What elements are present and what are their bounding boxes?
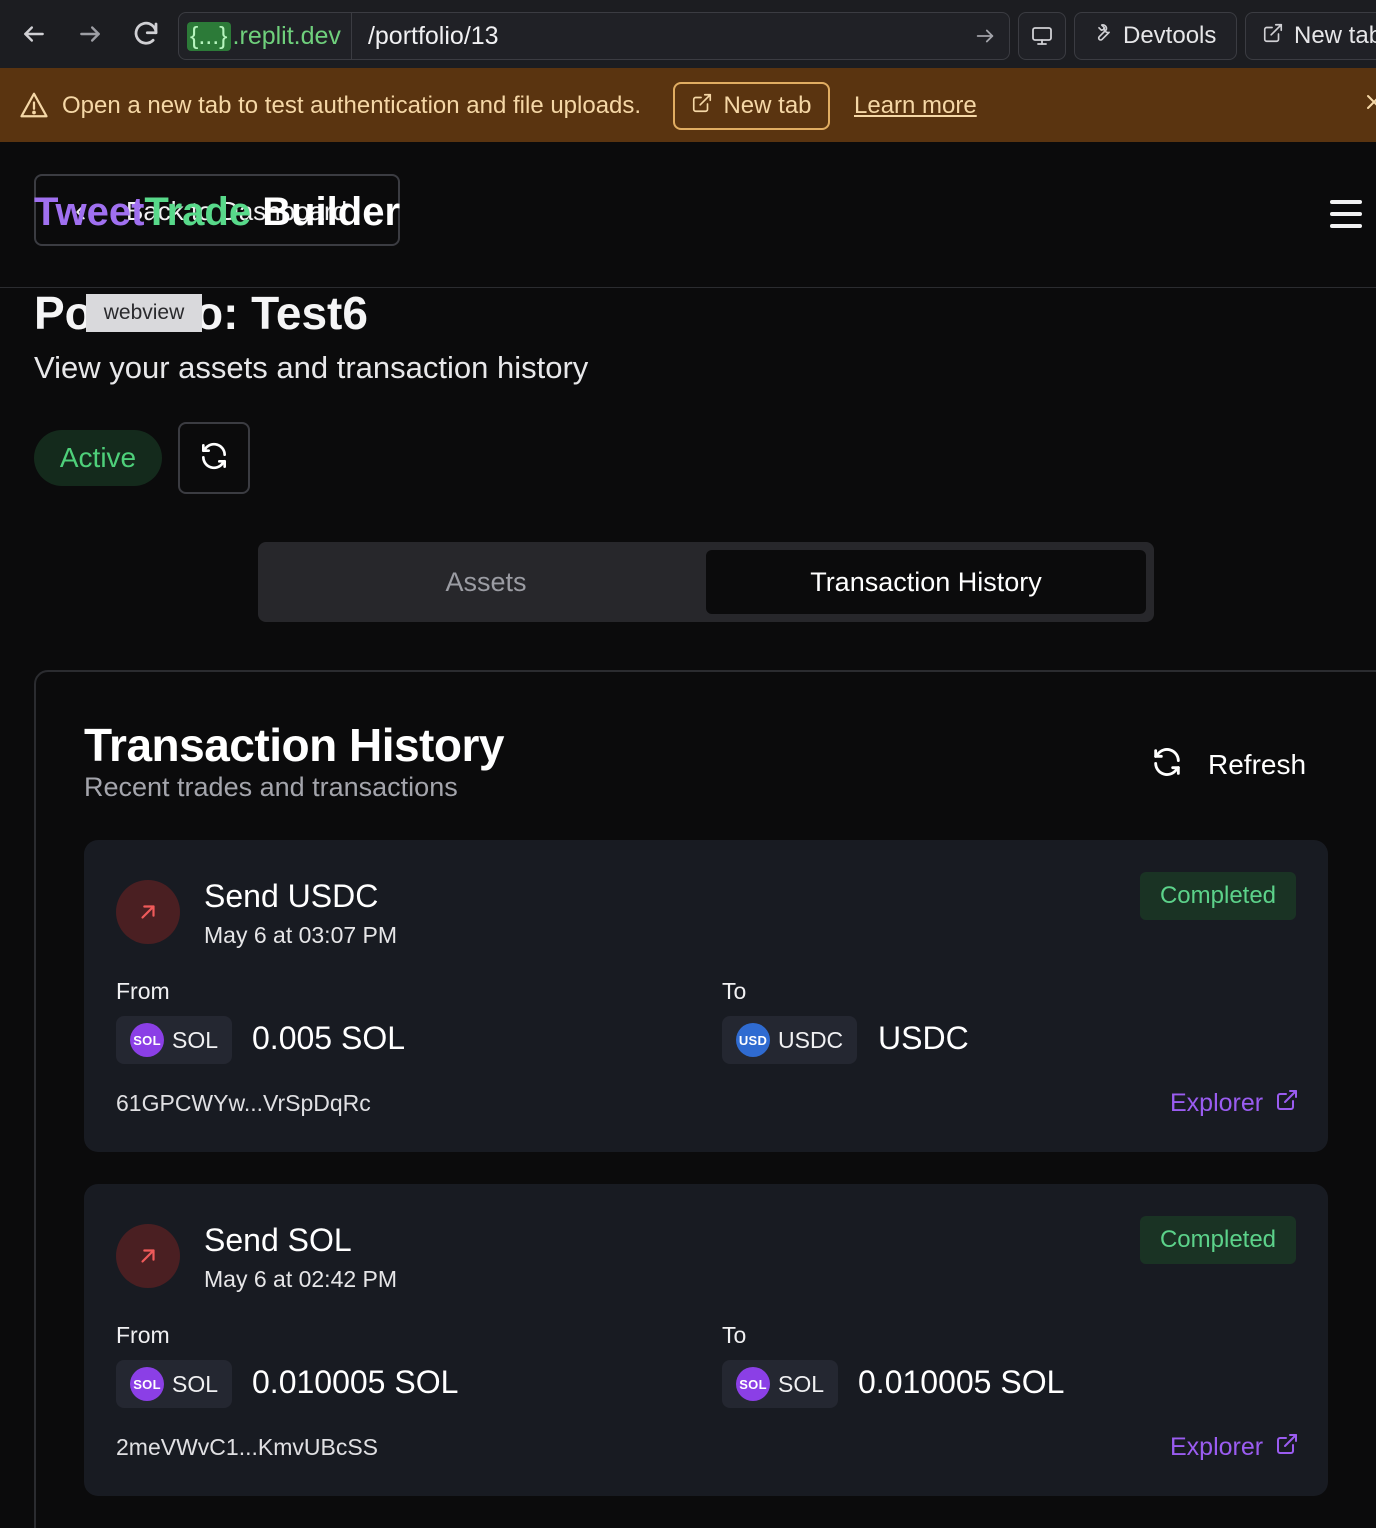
reload-icon[interactable] xyxy=(126,14,166,54)
url-path[interactable]: /portfolio/13 xyxy=(352,22,961,51)
page-subtitle: View your assets and transaction history xyxy=(34,350,589,385)
explorer-label: Explorer xyxy=(1170,1089,1264,1117)
to-token-chip: SOL SOL xyxy=(722,1360,839,1408)
learn-more-link[interactable]: Learn more xyxy=(854,92,977,120)
forward-arrow-icon[interactable] xyxy=(70,14,110,54)
to-amount: 0.010005 SOL xyxy=(858,1364,1065,1400)
explorer-link[interactable]: Explorer xyxy=(1170,1088,1299,1119)
tab-assets[interactable]: Assets xyxy=(266,550,706,614)
warning-icon xyxy=(18,90,50,125)
from-token-label: SOL xyxy=(172,1370,219,1397)
sol-token-icon: SOL xyxy=(130,1367,164,1401)
back-arrow-icon[interactable] xyxy=(14,14,54,54)
url-domain: {...} .replit.dev xyxy=(179,13,352,59)
sol-token-icon: SOL xyxy=(130,1023,164,1057)
external-link-icon xyxy=(1275,1088,1299,1119)
from-token-chip: SOL SOL xyxy=(116,1016,233,1064)
webview-tag: webview xyxy=(86,294,202,332)
history-title: Transaction History xyxy=(84,719,504,771)
to-amount: USDC xyxy=(878,1020,969,1056)
monitor-icon[interactable] xyxy=(1018,12,1066,60)
refresh-history-button[interactable]: Refresh xyxy=(1150,740,1306,790)
to-token-chip: USD USDC xyxy=(722,1016,858,1064)
usdc-token-icon: USD xyxy=(736,1023,770,1057)
explorer-link[interactable]: Explorer xyxy=(1170,1432,1299,1463)
devtools-label: Devtools xyxy=(1123,22,1217,49)
transaction-hash: 61GPCWYw...VrSpDqRc xyxy=(116,1090,371,1116)
url-domain-host: .replit.dev xyxy=(232,21,341,50)
banner-new-tab-label: New tab xyxy=(723,92,812,119)
transaction-item: Send SOL May 6 at 02:42 PM Completed Fro… xyxy=(84,1184,1328,1496)
banner-new-tab-button[interactable]: New tab xyxy=(673,82,830,130)
url-bar[interactable]: {...} .replit.dev /portfolio/13 xyxy=(178,12,1010,60)
devtools-button[interactable]: Devtools xyxy=(1074,12,1237,60)
to-label: To xyxy=(722,978,747,1004)
send-arrow-icon xyxy=(116,880,180,944)
status-badge: Completed xyxy=(1140,1216,1296,1264)
tab-transaction-history[interactable]: Transaction History xyxy=(706,550,1146,614)
from-label: From xyxy=(116,978,170,1004)
from-token-chip: SOL SOL xyxy=(116,1360,233,1408)
to-label: To xyxy=(722,1322,747,1348)
refresh-portfolio-button[interactable] xyxy=(178,422,250,494)
wrench-icon xyxy=(1091,22,1113,51)
status-badge: Active xyxy=(34,430,162,486)
refresh-icon xyxy=(1150,745,1184,786)
from-token-label: SOL xyxy=(172,1026,219,1053)
new-tab-label: New tab xyxy=(1294,22,1376,49)
refresh-icon xyxy=(198,440,230,477)
transaction-title: Send USDC xyxy=(204,878,379,914)
portfolio-tabs: Assets Transaction History xyxy=(258,542,1154,622)
transaction-hash: 2meVWvC1...KmvUBcSS xyxy=(116,1434,378,1460)
external-link-icon xyxy=(1275,1432,1299,1463)
go-arrow-icon[interactable] xyxy=(961,25,1009,47)
to-token-label: SOL xyxy=(778,1370,825,1397)
browser-toolbar: {...} .replit.dev /portfolio/13 Devtools … xyxy=(0,0,1376,68)
from-amount: 0.005 SOL xyxy=(252,1020,405,1056)
external-link-icon xyxy=(691,92,713,121)
banner-message: Open a new tab to test authentication an… xyxy=(62,92,642,119)
transaction-date: May 6 at 03:07 PM xyxy=(204,922,398,948)
transaction-item: Send USDC May 6 at 03:07 PM Completed Fr… xyxy=(84,840,1328,1152)
back-to-dashboard-button[interactable]: Back to Dashboard xyxy=(34,174,400,246)
back-to-dashboard-label: Back to Dashboard xyxy=(126,196,348,226)
close-icon[interactable] xyxy=(1362,90,1376,125)
to-token-label: USDC xyxy=(778,1026,844,1053)
info-banner: Open a new tab to test authentication an… xyxy=(0,68,1376,142)
transaction-date: May 6 at 02:42 PM xyxy=(204,1266,398,1292)
transaction-title: Send SOL xyxy=(204,1222,352,1258)
refresh-history-label: Refresh xyxy=(1208,749,1307,780)
from-label: From xyxy=(116,1322,170,1348)
url-domain-brace: {...} xyxy=(187,21,231,51)
chevron-left-icon xyxy=(70,200,92,229)
status-badge: Completed xyxy=(1140,872,1296,920)
send-arrow-icon xyxy=(116,1224,180,1288)
app-header: Back to Dashboard TweetTrade Builder xyxy=(0,142,1376,288)
hamburger-icon[interactable] xyxy=(1330,200,1362,228)
new-tab-button[interactable]: New tab xyxy=(1245,12,1376,60)
external-link-icon xyxy=(1262,22,1284,51)
history-subtitle: Recent trades and transactions xyxy=(84,772,458,802)
sol-token-icon: SOL xyxy=(736,1367,770,1401)
from-amount: 0.010005 SOL xyxy=(252,1364,459,1400)
explorer-label: Explorer xyxy=(1170,1433,1264,1461)
